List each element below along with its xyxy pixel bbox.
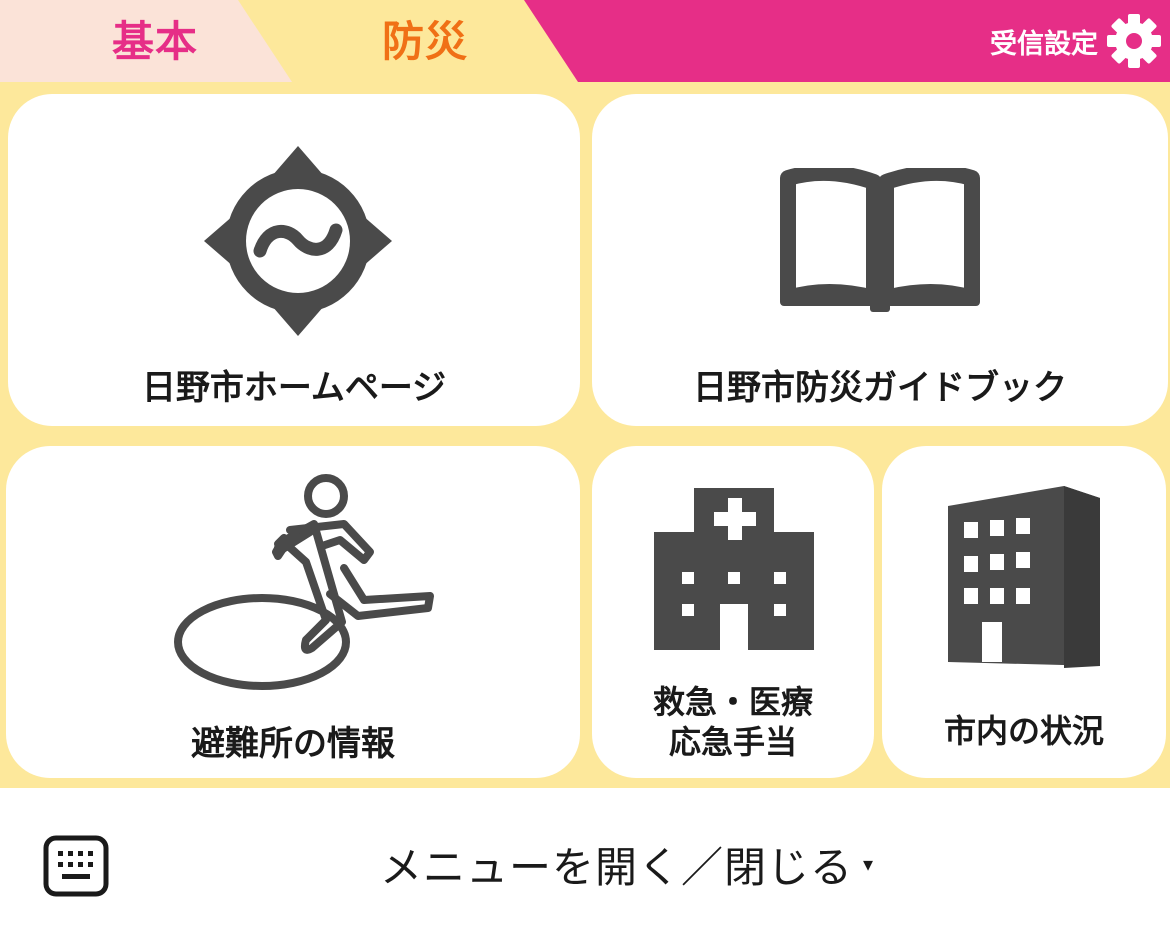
menu-panel: 基本 防災 受信設定 日野市ホームページ 日野市防災ガイドブック 避難所の情報 … xyxy=(0,0,1170,788)
tab-basic[interactable]: 基本 xyxy=(0,0,292,82)
tile-emergency-medical-label-line2: 応急手当 xyxy=(668,723,797,761)
tile-city-situation[interactable]: 市内の状況 xyxy=(882,446,1166,778)
hospital-icon xyxy=(654,488,814,650)
menu-toggle-label: メニューを開く／閉じる xyxy=(380,842,854,892)
tile-city-homepage[interactable]: 日野市ホームページ xyxy=(8,94,580,426)
tile-city-situation-label: 市内の状況 xyxy=(943,712,1104,750)
bottom-bar: メニューを開く／閉じる ▾ xyxy=(0,788,1170,944)
menu-toggle-button[interactable]: メニューを開く／閉じる ▾ xyxy=(380,824,873,904)
app-root: 基本 防災 受信設定 日野市ホームページ 日野市防災ガイドブック 避難所の情報 … xyxy=(0,0,1170,944)
tile-emergency-medical-label-line1: 救急・医療 xyxy=(652,683,813,721)
tab-disaster[interactable]: 防災 xyxy=(292,0,578,82)
caret-down-icon: ▾ xyxy=(863,852,874,876)
header-bar: 基本 防災 受信設定 xyxy=(0,0,1170,82)
tile-disaster-guidebook[interactable]: 日野市防災ガイドブック xyxy=(592,94,1168,426)
keyboard-icon[interactable] xyxy=(42,834,110,898)
evacuation-icon xyxy=(174,474,434,690)
tile-evacuation-shelter-label: 避難所の情報 xyxy=(191,724,395,764)
tab-disaster-label: 防災 xyxy=(381,17,468,66)
tile-city-homepage-label: 日野市ホームページ xyxy=(141,368,447,408)
receive-settings-button[interactable]: 受信設定 xyxy=(990,6,1162,76)
compass-icon xyxy=(204,146,392,336)
tile-emergency-medical[interactable]: 救急・医療 応急手当 xyxy=(592,446,874,778)
gear-icon xyxy=(1107,14,1161,68)
open-book-icon xyxy=(780,168,980,312)
tile-evacuation-shelter[interactable]: 避難所の情報 xyxy=(6,446,580,778)
receive-settings-label: 受信設定 xyxy=(990,28,1098,60)
tile-emergency-medical-label: 救急・医療 応急手当 xyxy=(592,682,874,762)
tile-disaster-guidebook-label: 日野市防災ガイドブック xyxy=(693,368,1067,408)
tab-basic-label: 基本 xyxy=(111,17,198,66)
building-icon xyxy=(948,486,1100,668)
